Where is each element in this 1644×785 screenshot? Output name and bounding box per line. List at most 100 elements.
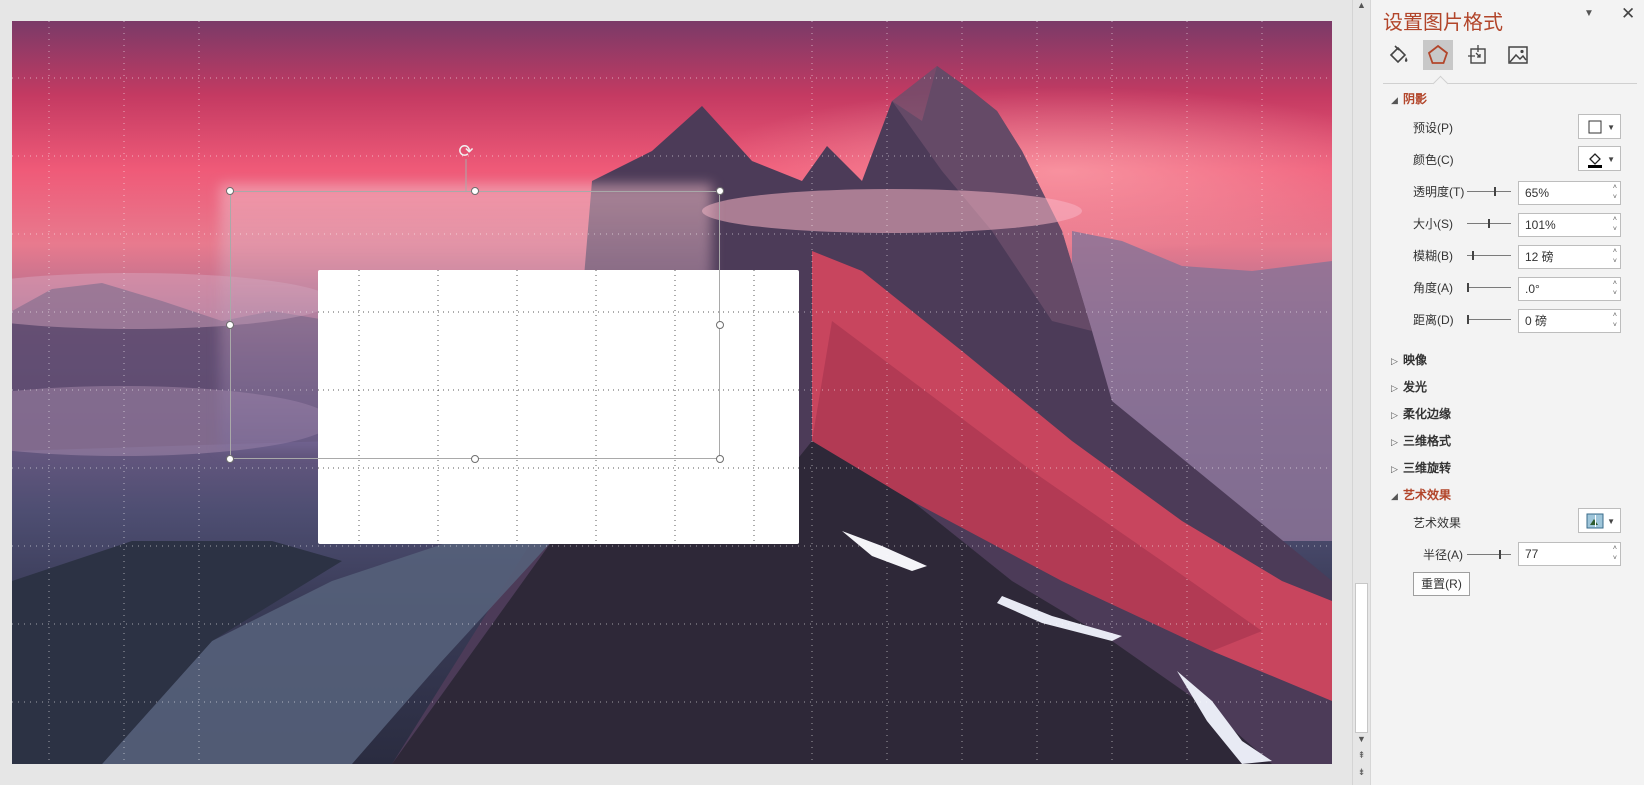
tab-picture[interactable] (1503, 40, 1533, 70)
resize-handle-left[interactable] (226, 321, 234, 329)
chevron-down-icon: ▼ (1607, 123, 1615, 132)
spin-arrows-icon[interactable]: ˄ ˅ (1613, 279, 1617, 299)
angle-spinbox[interactable]: .0° ˄ ˅ (1518, 277, 1621, 301)
active-tab-caret (1432, 75, 1449, 92)
slider-knob[interactable] (1467, 283, 1469, 292)
scroll-up-arrow-icon[interactable]: ▲ (1353, 0, 1370, 10)
scroll-down-arrow-icon[interactable]: ▼ (1353, 734, 1370, 744)
angle-label: 角度(A) (1413, 281, 1453, 295)
size-position-icon (1468, 45, 1486, 64)
spin-arrows-icon[interactable]: ˄ ˅ (1613, 247, 1617, 267)
shadow-preset-label: 预设(P) (1413, 121, 1453, 135)
blur-spinbox[interactable]: 12 磅 ˄ ˅ (1518, 245, 1621, 269)
tab-effects[interactable] (1423, 40, 1453, 70)
spin-arrows-icon[interactable]: ˄ ˅ (1613, 183, 1617, 203)
slide-vertical-scrollbar[interactable]: ▲ ▼ ⇞ ⇟ (1352, 0, 1370, 785)
resize-handle-bottom-left[interactable] (226, 455, 234, 463)
pane-options-dropdown-icon[interactable]: ▼ (1584, 8, 1594, 19)
expanded-triangle-icon: ◢ (1391, 95, 1398, 105)
collapsed-triangle-icon: ▷ (1391, 356, 1398, 366)
resize-handle-bottom-right[interactable] (716, 455, 724, 463)
slider-knob[interactable] (1494, 187, 1496, 196)
tab-fill-line[interactable] (1383, 40, 1413, 70)
section-3d-rotation-label: 三维旋转 (1403, 461, 1452, 475)
format-picture-pane: 设置图片格式 ▼ ✕ ◢ 阴影 预设(P) ▼ 颜色(C) ▼ 透明度(T) 6… (1370, 0, 1644, 785)
tab-size-properties[interactable] (1463, 40, 1493, 70)
shadow-preset-square-icon (1588, 120, 1602, 134)
rotate-handle-icon[interactable]: ⟳ (456, 141, 476, 161)
section-artistic-label: 艺术效果 (1403, 488, 1452, 502)
angle-slider[interactable] (1467, 283, 1511, 292)
blur-slider[interactable] (1467, 251, 1511, 260)
rotate-connector (465, 159, 467, 191)
collapsed-triangle-icon: ▷ (1391, 410, 1398, 420)
spin-arrows-icon[interactable]: ˄ ˅ (1613, 544, 1617, 564)
resize-handle-right[interactable] (716, 321, 724, 329)
size-label: 大小(S) (1413, 217, 1453, 231)
section-3d-rotation[interactable]: ▷ 三维旋转 (1391, 459, 1451, 476)
slider-knob[interactable] (1467, 315, 1469, 324)
shadow-color-dropdown[interactable]: ▼ (1578, 146, 1621, 171)
collapsed-triangle-icon: ▷ (1391, 464, 1398, 474)
transparency-label: 透明度(T) (1413, 185, 1465, 199)
artistic-effect-icon (1586, 513, 1604, 529)
section-glow-label: 发光 (1403, 380, 1428, 394)
section-shadow-header[interactable]: ◢ 阴影 (1391, 90, 1427, 107)
spin-arrows-icon[interactable]: ˄ ˅ (1613, 311, 1617, 331)
collapsed-triangle-icon: ▷ (1391, 383, 1398, 393)
resize-handle-top-left[interactable] (226, 187, 234, 195)
resize-handle-top[interactable] (471, 187, 479, 195)
previous-slide-icon[interactable]: ⇞ (1353, 750, 1370, 761)
size-value: 101% (1525, 218, 1556, 232)
radius-slider[interactable] (1467, 550, 1511, 559)
blur-value: 12 磅 (1525, 250, 1554, 264)
scrollbar-thumb[interactable] (1355, 583, 1368, 733)
section-glow[interactable]: ▷ 发光 (1391, 378, 1427, 395)
blur-label: 模糊(B) (1413, 249, 1453, 263)
close-icon[interactable]: ✕ (1621, 4, 1635, 24)
section-soft-edges[interactable]: ▷ 柔化边缘 (1391, 405, 1451, 422)
slider-knob[interactable] (1488, 219, 1490, 228)
section-3d-format-label: 三维格式 (1403, 434, 1452, 448)
expanded-triangle-icon: ◢ (1391, 491, 1398, 501)
spin-arrows-icon[interactable]: ˄ ˅ (1613, 215, 1617, 235)
next-slide-icon[interactable]: ⇟ (1353, 767, 1370, 778)
distance-spinbox[interactable]: 0 磅 ˄ ˅ (1518, 309, 1621, 333)
transparency-spinbox[interactable]: 65% ˄ ˅ (1518, 181, 1621, 205)
shadow-preset-dropdown[interactable]: ▼ (1578, 114, 1621, 139)
paint-bucket-icon (1389, 45, 1408, 64)
size-spinbox[interactable]: 101% ˄ ˅ (1518, 213, 1621, 237)
section-artistic-effects-header[interactable]: ◢ 艺术效果 (1391, 486, 1451, 503)
radius-value: 77 (1525, 547, 1539, 561)
transparency-slider[interactable] (1467, 187, 1511, 196)
picture-icon (1508, 46, 1528, 64)
distance-label: 距离(D) (1413, 313, 1454, 327)
pentagon-icon (1427, 44, 1449, 64)
artistic-effect-dropdown[interactable]: ▼ (1578, 508, 1621, 533)
paint-bucket-icon (1588, 153, 1602, 168)
section-shadow-label: 阴影 (1403, 92, 1428, 106)
pane-title: 设置图片格式 (1383, 12, 1503, 34)
section-3d-format[interactable]: ▷ 三维格式 (1391, 432, 1451, 449)
resize-handle-bottom[interactable] (471, 455, 479, 463)
distance-value: 0 磅 (1525, 314, 1548, 328)
resize-handle-top-right[interactable] (716, 187, 724, 195)
slider-knob[interactable] (1499, 550, 1501, 559)
size-slider[interactable] (1467, 219, 1511, 228)
chevron-down-icon: ▼ (1607, 155, 1615, 164)
radius-label: 半径(A) (1423, 548, 1463, 562)
radius-spinbox[interactable]: 77 ˄ ˅ (1518, 542, 1621, 566)
distance-slider[interactable] (1467, 315, 1511, 324)
artistic-effect-label: 艺术效果 (1413, 516, 1462, 530)
section-reflection[interactable]: ▷ 映像 (1391, 351, 1427, 368)
selection-frame[interactable] (226, 187, 724, 463)
section-reflection-label: 映像 (1403, 353, 1428, 367)
slide-canvas[interactable]: ⟳ (12, 21, 1332, 764)
tab-divider (1383, 83, 1637, 84)
section-soft-edges-label: 柔化边缘 (1403, 407, 1452, 421)
reset-button[interactable]: 重置(R) (1413, 572, 1470, 596)
chevron-down-icon: ▼ (1607, 517, 1615, 526)
shadow-color-label: 颜色(C) (1413, 153, 1454, 167)
slider-knob[interactable] (1472, 251, 1474, 260)
collapsed-triangle-icon: ▷ (1391, 437, 1398, 447)
